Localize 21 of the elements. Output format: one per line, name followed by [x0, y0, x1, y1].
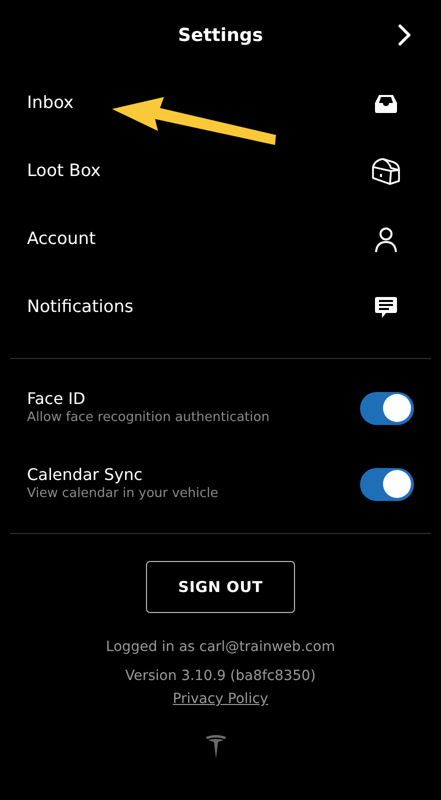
menu-item-label[interactable]: Inbox — [27, 91, 74, 117]
logged-in-text: Logged in as carl@trainweb.com — [106, 638, 336, 657]
menu-item-label[interactable]: Loot Box — [27, 159, 101, 185]
menu-item-label[interactable]: Notifications — [27, 295, 134, 321]
inbox-icon — [374, 94, 398, 114]
version-text: Version 3.10.9 (ba8fc8350) — [125, 667, 316, 686]
person-icon — [374, 227, 398, 253]
toggle-description: View calendar in your vehicle — [27, 485, 218, 503]
privacy-policy-link[interactable]: Privacy Policy — [172, 689, 268, 710]
toggle-description: Allow face recognition authentication — [27, 409, 270, 427]
treasure-chest-icon — [371, 158, 401, 186]
message-icon — [374, 296, 398, 320]
toggle-label: Face ID — [27, 389, 86, 409]
toggle-switch[interactable] — [360, 392, 414, 424]
toggle-switch[interactable] — [360, 468, 414, 500]
menu-item-label[interactable]: Account — [27, 227, 96, 253]
sign-out-button[interactable]: SIGN OUT — [146, 561, 295, 613]
screen-title: Settings — [178, 24, 263, 48]
toggle-label: Calendar Sync — [27, 465, 144, 485]
brand-logo-icon — [204, 734, 226, 760]
chevron-right-icon[interactable] — [398, 24, 412, 46]
